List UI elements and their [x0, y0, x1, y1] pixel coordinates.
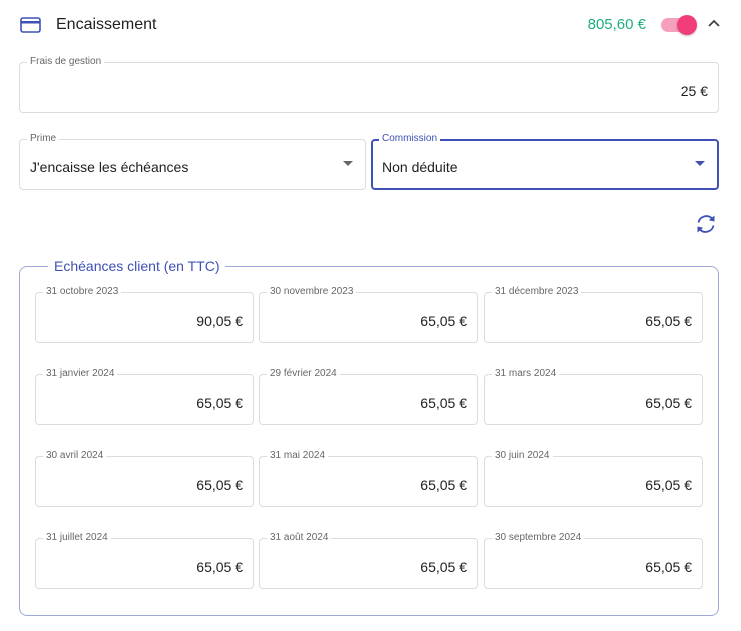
schedule-amount: 65,05 €	[196, 395, 243, 411]
panel-title: Encaissement	[56, 16, 157, 33]
schedule-amount: 65,05 €	[645, 313, 692, 329]
schedule-date: 31 décembre 2023	[492, 286, 582, 298]
schedule-item[interactable]: 30 avril 2024 65,05 €	[35, 450, 254, 507]
fees-value: 25 €	[680, 83, 708, 99]
schedule-date: 29 février 2024	[267, 368, 340, 380]
schedule-date: 30 juin 2024	[492, 450, 553, 462]
commission-label: Commission	[379, 133, 441, 145]
caret-down-icon	[695, 161, 705, 166]
schedule-date: 30 novembre 2023	[267, 286, 357, 298]
total-amount: 805,60 €	[587, 16, 646, 33]
schedule-date: 31 août 2024	[267, 532, 332, 544]
fees-field[interactable]: Frais de gestion 25 €	[19, 56, 719, 113]
schedule-item[interactable]: 31 mai 2024 65,05 €	[259, 450, 478, 507]
schedule-item[interactable]: 31 mars 2024 65,05 €	[484, 368, 703, 425]
schedule-item[interactable]: 31 janvier 2024 65,05 €	[35, 368, 254, 425]
prime-value: J'encaisse les échéances	[30, 159, 189, 175]
schedule-legend: Echéances client (en TTC)	[48, 258, 226, 274]
schedule-amount: 65,05 €	[420, 395, 467, 411]
schedule-amount: 65,05 €	[420, 477, 467, 493]
panel-header[interactable]: Encaissement 805,60 €	[0, 0, 741, 52]
schedule-item[interactable]: 31 juillet 2024 65,05 €	[35, 532, 254, 589]
schedule-date: 31 octobre 2023	[43, 286, 122, 298]
schedule-amount: 65,05 €	[645, 559, 692, 575]
schedule-item[interactable]: 30 novembre 2023 65,05 €	[259, 286, 478, 343]
encaissement-panel: Encaissement 805,60 € Frais de gestion 2…	[0, 0, 741, 631]
schedule-item[interactable]: 30 septembre 2024 65,05 €	[484, 532, 703, 589]
schedule-date: 31 juillet 2024	[43, 532, 111, 544]
schedule-amount: 65,05 €	[645, 477, 692, 493]
toggle-thumb	[677, 15, 697, 35]
schedule-amount: 65,05 €	[196, 559, 243, 575]
fees-label: Frais de gestion	[27, 56, 105, 68]
schedule-amount: 65,05 €	[196, 477, 243, 493]
encaissement-toggle[interactable]	[660, 14, 698, 36]
schedule-item[interactable]: 31 octobre 2023 90,05 €	[35, 286, 254, 343]
schedule-amount: 65,05 €	[420, 313, 467, 329]
prime-label: Prime	[27, 133, 60, 145]
commission-select[interactable]: Commission Non déduite	[371, 133, 719, 190]
schedule-amount: 65,05 €	[645, 395, 692, 411]
schedule-date: 30 septembre 2024	[492, 532, 585, 544]
schedule-item[interactable]: 31 août 2024 65,05 €	[259, 532, 478, 589]
schedule-group: Echéances client (en TTC) 31 octobre 202…	[19, 258, 719, 616]
refresh-icon[interactable]	[694, 212, 718, 236]
caret-down-icon	[343, 161, 353, 166]
commission-value: Non déduite	[382, 159, 458, 175]
schedule-amount: 90,05 €	[196, 313, 243, 329]
schedule-date: 31 mars 2024	[492, 368, 560, 380]
schedule-date: 31 janvier 2024	[43, 368, 118, 380]
chevron-up-icon[interactable]	[707, 18, 721, 28]
prime-select[interactable]: Prime J'encaisse les échéances	[19, 133, 366, 190]
schedule-item[interactable]: 30 juin 2024 65,05 €	[484, 450, 703, 507]
schedule-amount: 65,05 €	[420, 559, 467, 575]
schedule-date: 31 mai 2024	[267, 450, 329, 462]
schedule-date: 30 avril 2024	[43, 450, 107, 462]
credit-card-icon	[20, 17, 41, 33]
schedule-item[interactable]: 31 décembre 2023 65,05 €	[484, 286, 703, 343]
schedule-item[interactable]: 29 février 2024 65,05 €	[259, 368, 478, 425]
